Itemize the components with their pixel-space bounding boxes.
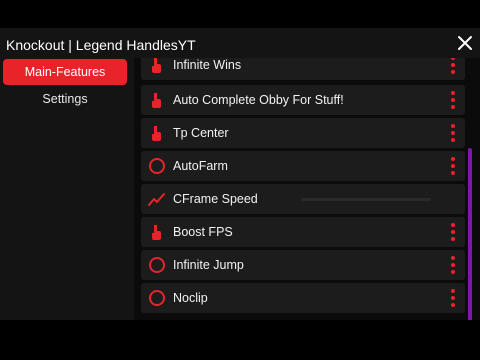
feature-row-autofarm[interactable]: AutoFarm bbox=[141, 151, 465, 181]
toggle-circle-icon[interactable] bbox=[148, 256, 166, 274]
features-list: Infinite Wins Auto Complete Obby For Stu… bbox=[134, 58, 480, 320]
more-options-icon[interactable] bbox=[449, 256, 457, 274]
feature-label: Boost FPS bbox=[173, 225, 233, 239]
tap-icon bbox=[148, 91, 166, 109]
feature-row-noclip[interactable]: Noclip bbox=[141, 283, 465, 313]
feature-label: Infinite Wins bbox=[173, 58, 242, 72]
sidebar-item-main-features[interactable]: Main-Features bbox=[3, 59, 127, 85]
close-button[interactable] bbox=[456, 34, 474, 52]
close-icon bbox=[458, 36, 472, 50]
scrollbar-thumb[interactable] bbox=[468, 148, 472, 320]
more-options-icon[interactable] bbox=[449, 58, 457, 74]
feature-label: AutoFarm bbox=[173, 159, 228, 173]
tap-icon bbox=[148, 124, 166, 142]
feature-row-tp-center[interactable]: Tp Center bbox=[141, 118, 465, 148]
tap-icon bbox=[148, 223, 166, 241]
more-options-icon[interactable] bbox=[449, 289, 457, 307]
feature-row-auto-complete-obby[interactable]: Auto Complete Obby For Stuff! bbox=[141, 85, 465, 115]
feature-row-infinite-wins[interactable]: Infinite Wins bbox=[141, 58, 465, 80]
more-options-icon[interactable] bbox=[449, 157, 457, 175]
more-options-icon[interactable] bbox=[449, 223, 457, 241]
more-options-icon[interactable] bbox=[449, 91, 457, 109]
feature-label: Infinite Jump bbox=[173, 258, 244, 272]
feature-label: Noclip bbox=[173, 291, 208, 305]
script-hub-window: Knockout | Legend HandlesYT Main-Feature… bbox=[0, 28, 480, 320]
feature-label: Tp Center bbox=[173, 126, 229, 140]
speed-slider[interactable] bbox=[301, 198, 431, 201]
toggle-circle-icon[interactable] bbox=[148, 157, 166, 175]
sidebar-item-settings[interactable]: Settings bbox=[3, 86, 127, 112]
feature-row-boost-fps[interactable]: Boost FPS bbox=[141, 217, 465, 247]
tap-icon bbox=[148, 58, 166, 74]
sidebar: Main-Features Settings bbox=[0, 58, 134, 320]
title-bar[interactable]: Knockout | Legend HandlesYT bbox=[0, 28, 480, 58]
feature-row-cframe-speed[interactable]: CFrame Speed bbox=[141, 184, 465, 214]
trend-icon bbox=[148, 190, 166, 208]
window-title: Knockout | Legend HandlesYT bbox=[6, 37, 196, 53]
feature-label: Auto Complete Obby For Stuff! bbox=[173, 93, 344, 107]
feature-label: CFrame Speed bbox=[173, 192, 258, 206]
more-options-icon[interactable] bbox=[449, 124, 457, 142]
feature-row-infinite-jump[interactable]: Infinite Jump bbox=[141, 250, 465, 280]
toggle-circle-icon[interactable] bbox=[148, 289, 166, 307]
